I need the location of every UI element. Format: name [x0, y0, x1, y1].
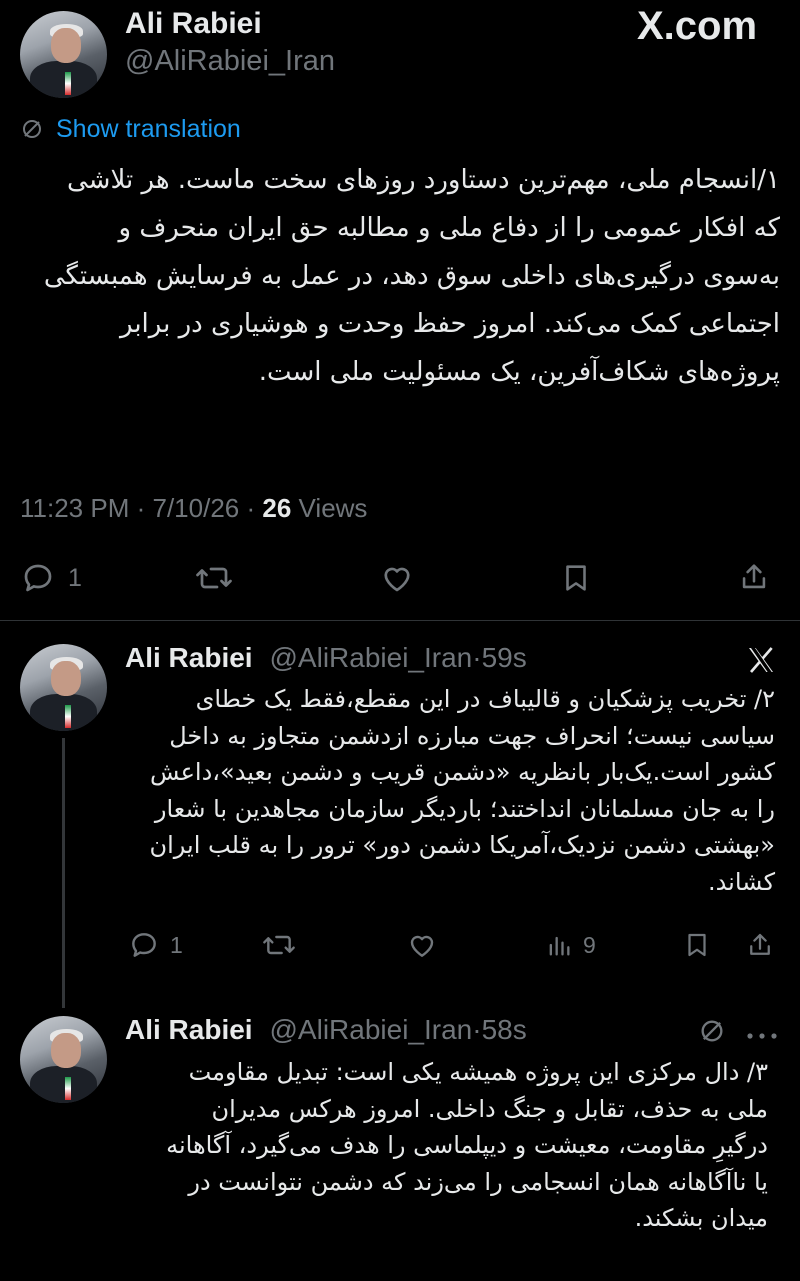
x-brand-label: X.com: [637, 4, 758, 48]
retweet-icon: [196, 567, 232, 589]
translate-globe-icon: [23, 120, 41, 138]
bookmark-icon: [566, 565, 586, 591]
divider: [0, 620, 800, 621]
reply1-reply-button[interactable]: 1: [128, 929, 183, 961]
main-like-button[interactable]: [378, 560, 416, 596]
share-icon: [750, 933, 770, 955]
reply1-text: ۲/ تخریب پزشکیان و قالیباف در این مقطع،ف…: [149, 685, 775, 896]
heart-icon: [410, 935, 434, 957]
tweet-date[interactable]: 7/10/26: [153, 493, 240, 523]
retweet-icon: [263, 935, 295, 955]
thread-connector-line: [62, 738, 65, 1008]
meta-separator: ·: [246, 493, 256, 523]
reply-icon: [132, 933, 156, 957]
reply1-share-button[interactable]: [745, 928, 775, 962]
reply2-author-name[interactable]: Ali Rabiei: [125, 1014, 253, 1045]
reply2-dot: ·: [472, 1014, 482, 1045]
reply1-author-name[interactable]: Ali Rabiei: [125, 642, 253, 673]
reply1-like-button[interactable]: [405, 929, 439, 961]
main-bookmark-button[interactable]: [559, 560, 593, 596]
views-bar-chart-icon: [549, 936, 570, 956]
main-reply-button[interactable]: 1: [20, 560, 82, 596]
show-translation-label: Show translation: [56, 115, 241, 143]
meta-separator: ·: [136, 493, 146, 523]
reply1-author-handle[interactable]: @AliRabiei_Iran: [270, 642, 473, 673]
x-logo-icon: [744, 644, 778, 680]
main-author-avatar[interactable]: [20, 11, 107, 98]
x-logo-brand: X.com: [637, 2, 757, 50]
reply-count: 1: [68, 563, 82, 592]
reply2-text: ۳/ دال مرکزی این پروژه همیشه یکی است: تب…: [166, 1058, 768, 1232]
tweet-time[interactable]: 11:23 PM: [20, 493, 129, 523]
reply1-bookmark-button[interactable]: [682, 929, 712, 961]
main-tweet-meta: 11:23 PM · 7/10/26 · 26 Views: [20, 491, 367, 525]
heart-icon: [384, 567, 410, 592]
no-translate-icon[interactable]: [698, 1017, 726, 1049]
reply1-time[interactable]: 59s: [482, 642, 527, 673]
reply2-author-handle[interactable]: @AliRabiei_Iran: [270, 1014, 473, 1045]
views-count: 9: [583, 931, 596, 958]
bookmark-icon: [688, 933, 706, 957]
reply1-dot: ·: [472, 642, 482, 673]
reply2-header: Ali Rabiei @AliRabiei_Iran·58s: [125, 1012, 527, 1048]
reply2-time[interactable]: 58s: [482, 1014, 527, 1045]
show-translation-link[interactable]: Show translation: [20, 113, 241, 145]
views-count: 26: [262, 493, 292, 523]
main-author-name[interactable]: Ali Rabiei: [125, 6, 262, 42]
reply1-author-avatar[interactable]: [20, 644, 107, 731]
more-options-icon[interactable]: [744, 1026, 780, 1045]
main-author-handle[interactable]: @AliRabiei_Iran: [125, 44, 335, 78]
views-label: Views: [298, 493, 368, 523]
reply1-header: Ali Rabiei @AliRabiei_Iran·59s: [125, 640, 527, 676]
reply1-retweet-button[interactable]: [261, 929, 297, 961]
main-tweet-text: ۱/انسجام ملی، مهم‌ترین دستاورد روزهای سخ…: [43, 165, 780, 387]
main-share-button[interactable]: [737, 558, 771, 596]
reply-icon: [24, 564, 52, 592]
share-icon: [742, 564, 766, 589]
reply2-author-avatar[interactable]: [20, 1016, 107, 1103]
reply1-views-button[interactable]: 9: [545, 929, 596, 961]
reply-count: 1: [170, 931, 183, 958]
main-retweet-button[interactable]: [194, 560, 234, 596]
